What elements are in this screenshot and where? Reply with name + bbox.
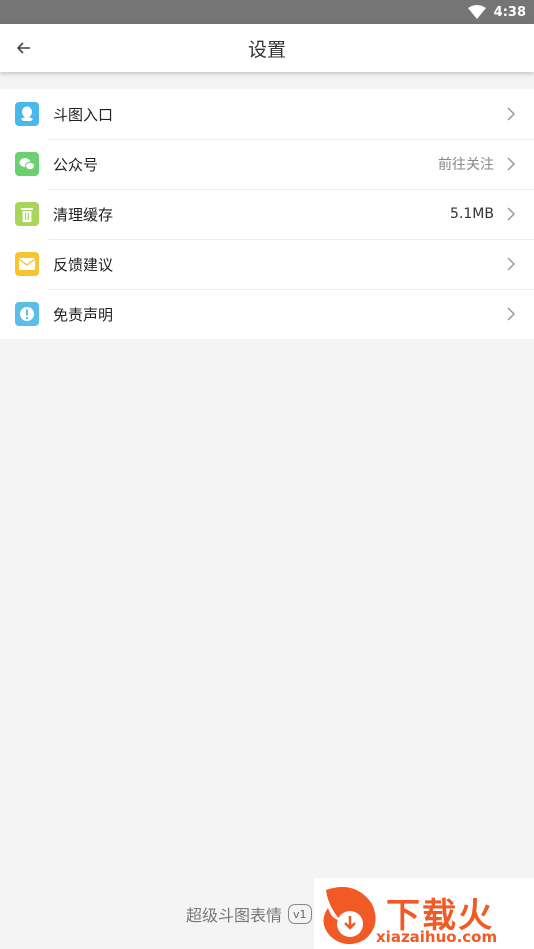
arrow-left-icon <box>17 42 30 54</box>
cache-size: 5.1MB <box>450 206 494 222</box>
trash-icon <box>15 202 39 226</box>
chevron-right-icon <box>507 107 516 121</box>
settings-item-label: 公众号 <box>53 155 99 174</box>
settings-item-label: 斗图入口 <box>53 105 114 124</box>
back-button[interactable] <box>12 36 36 60</box>
settings-item-doutu-entry[interactable]: 斗图入口 <box>0 89 534 139</box>
alert-icon <box>15 302 39 326</box>
chevron-right-icon <box>507 257 516 271</box>
settings-item-official-account[interactable]: 公众号 前往关注 <box>0 139 534 189</box>
settings-item-value: 前往关注 <box>438 157 494 173</box>
chevron-right-icon <box>507 157 516 171</box>
qq-penguin-icon <box>15 102 39 126</box>
status-time: 4:38 <box>493 4 526 20</box>
wifi-icon <box>467 5 486 19</box>
version-badge: v1 <box>288 904 312 924</box>
settings-item-feedback[interactable]: 反馈建议 <box>0 239 534 289</box>
app-name: 超级斗图表情 <box>186 906 283 925</box>
app-bar: 设置 <box>0 24 534 72</box>
status-bar: 4:38 <box>0 0 534 24</box>
chevron-right-icon <box>507 207 516 221</box>
settings-item-label: 免责声明 <box>53 305 114 324</box>
settings-item-clear-cache[interactable]: 清理缓存 5.1MB <box>0 189 534 239</box>
flame-logo-icon <box>323 887 376 945</box>
page-title: 设置 <box>247 38 286 61</box>
watermark-logo: 下载火 xiazaihuo.com <box>314 878 534 949</box>
wechat-icon <box>15 152 39 176</box>
settings-item-label: 反馈建议 <box>53 255 114 274</box>
settings-item-disclaimer[interactable]: 免责声明 <box>0 289 534 339</box>
mail-icon <box>15 252 39 276</box>
settings-item-label: 清理缓存 <box>53 205 114 224</box>
chevron-right-icon <box>507 307 516 321</box>
watermark-url: xiazaihuo.com <box>376 928 498 946</box>
settings-list: 斗图入口 公众号 前往关注 清理缓存 5.1MB 反馈建议 免责声明 <box>0 89 534 339</box>
app-footer: 超级斗图表情 v1 <box>186 902 312 926</box>
